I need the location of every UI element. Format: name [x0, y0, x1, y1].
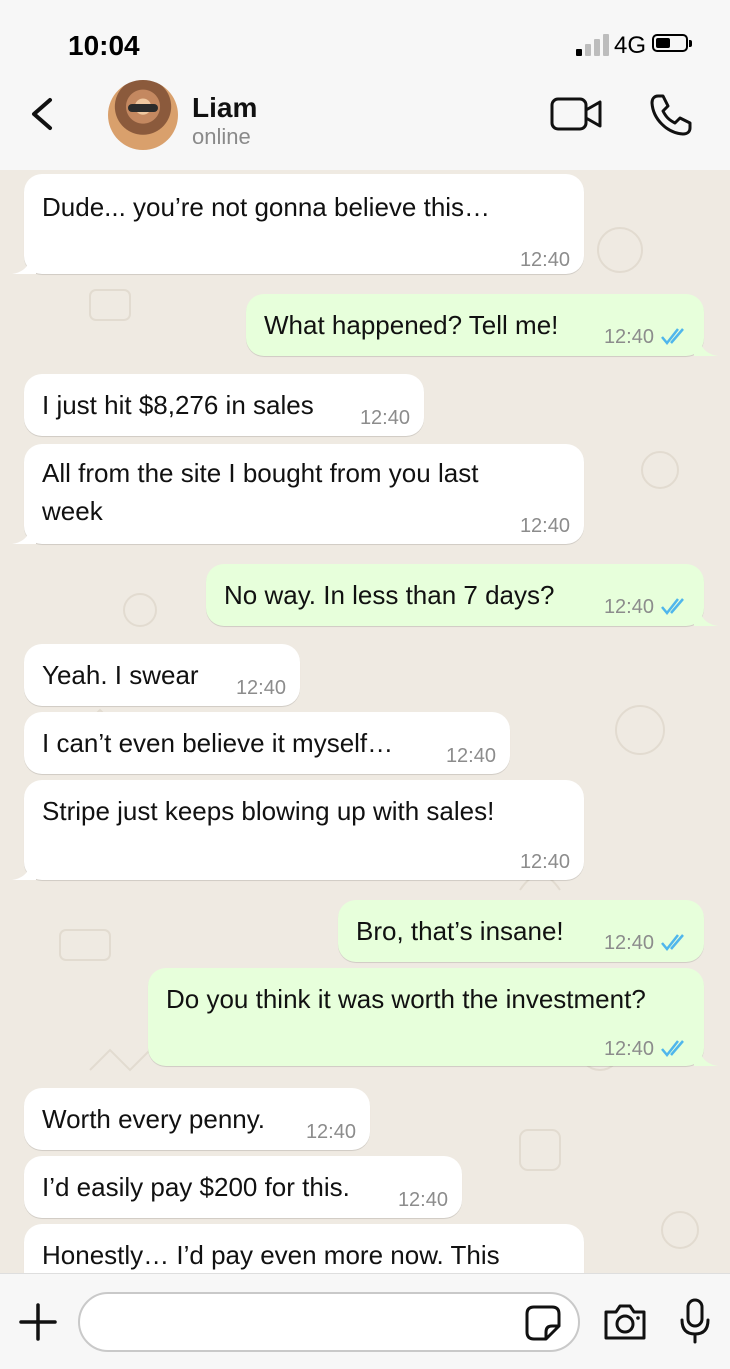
bubble-tail [12, 866, 36, 880]
bubble-tail [694, 612, 718, 626]
message-text: I just hit $8,276 in sales [42, 390, 314, 420]
chat-header: Liam online [0, 80, 730, 171]
status-time: 10:04 [68, 30, 140, 61]
message-composer [0, 1273, 730, 1369]
plus-icon[interactable] [18, 1302, 58, 1342]
message-incoming[interactable]: Worth every penny. 12:40 [24, 1088, 370, 1150]
message-time: 12:40 [397, 1189, 448, 1211]
bubble-tail [694, 1052, 718, 1066]
message-time: 12:40 [603, 1038, 654, 1060]
message-incoming[interactable]: Stripe just keeps blowing up with sales!… [12, 780, 584, 880]
message-incoming[interactable]: I can’t even believe it myself… 12:40 [24, 712, 510, 774]
message-text: What happened? Tell me! [264, 310, 559, 340]
message-time: 12:40 [445, 745, 496, 767]
message-time: 12:40 [235, 677, 286, 699]
message-outgoing[interactable]: What happened? Tell me! 12:40 [246, 294, 718, 356]
avatar[interactable] [108, 80, 178, 150]
message-incoming[interactable]: All from the site I bought from you last… [12, 444, 584, 544]
phone-call-icon[interactable] [648, 92, 694, 138]
bubble-tail [694, 342, 718, 356]
message-text: Stripe just keeps blowing up with sales! [42, 796, 495, 826]
message-time: 12:40 [519, 851, 570, 873]
contact-name[interactable]: Liam [192, 92, 257, 124]
message-outgoing[interactable]: Bro, that’s insane! 12:40 [338, 900, 704, 962]
microphone-icon[interactable] [678, 1298, 712, 1344]
message-incoming[interactable]: Yeah. I swear 12:40 [24, 644, 300, 706]
read-ticks-icon [661, 328, 684, 345]
message-time: 12:40 [519, 249, 570, 271]
message-text: Bro, that’s insane! [356, 916, 564, 946]
message-time: 12:40 [519, 515, 570, 537]
status-bar: 10:04 4G [0, 0, 730, 84]
message-text: All from the site I bought from you last… [42, 458, 479, 526]
message-text: Honestly… I’d pay even more now. This [42, 1240, 500, 1270]
message-text: Do you think it was worth the investment… [166, 984, 646, 1014]
bubble-tail [12, 260, 36, 274]
message-time: 12:40 [603, 596, 654, 618]
message-incoming[interactable]: Dude... you’re not gonna believe this… 1… [12, 174, 584, 274]
back-chevron-icon[interactable] [22, 92, 66, 136]
message-text: No way. In less than 7 days? [224, 580, 555, 610]
video-call-icon[interactable] [550, 94, 606, 134]
message-text: Dude... you’re not gonna believe this… [42, 192, 491, 222]
bubble-tail [12, 530, 36, 544]
network-label: 4G [614, 32, 647, 59]
read-ticks-icon [661, 934, 684, 951]
message-time: 12:40 [603, 326, 654, 348]
message-text: Worth every penny. [42, 1104, 266, 1134]
chat-area[interactable]: Dude... you’re not gonna believe this… 1… [0, 170, 730, 1273]
message-time: 12:40 [305, 1121, 356, 1143]
message-incoming[interactable]: I’d easily pay $200 for this. 12:40 [24, 1156, 462, 1218]
message-time: 12:40 [603, 932, 654, 954]
message-outgoing[interactable]: No way. In less than 7 days? 12:40 [206, 564, 718, 626]
message-text: I can’t even believe it myself… [42, 728, 394, 758]
message-time: 12:40 [359, 407, 410, 429]
message-text: Yeah. I swear [42, 660, 199, 690]
read-ticks-icon [661, 1040, 684, 1057]
read-ticks-icon [661, 598, 684, 615]
message-incoming[interactable]: Honestly… I’d pay even more now. This [24, 1224, 584, 1273]
contact-status: online [192, 124, 251, 149]
camera-icon[interactable] [602, 1302, 648, 1342]
message-incoming[interactable]: I just hit $8,276 in sales 12:40 [24, 374, 424, 436]
battery-icon [652, 34, 692, 52]
signal-icon [576, 34, 609, 56]
sticker-icon[interactable] [524, 1304, 562, 1342]
message-text: I’d easily pay $200 for this. [42, 1172, 350, 1202]
message-input[interactable] [78, 1292, 580, 1352]
message-outgoing[interactable]: Do you think it was worth the investment… [148, 968, 718, 1066]
